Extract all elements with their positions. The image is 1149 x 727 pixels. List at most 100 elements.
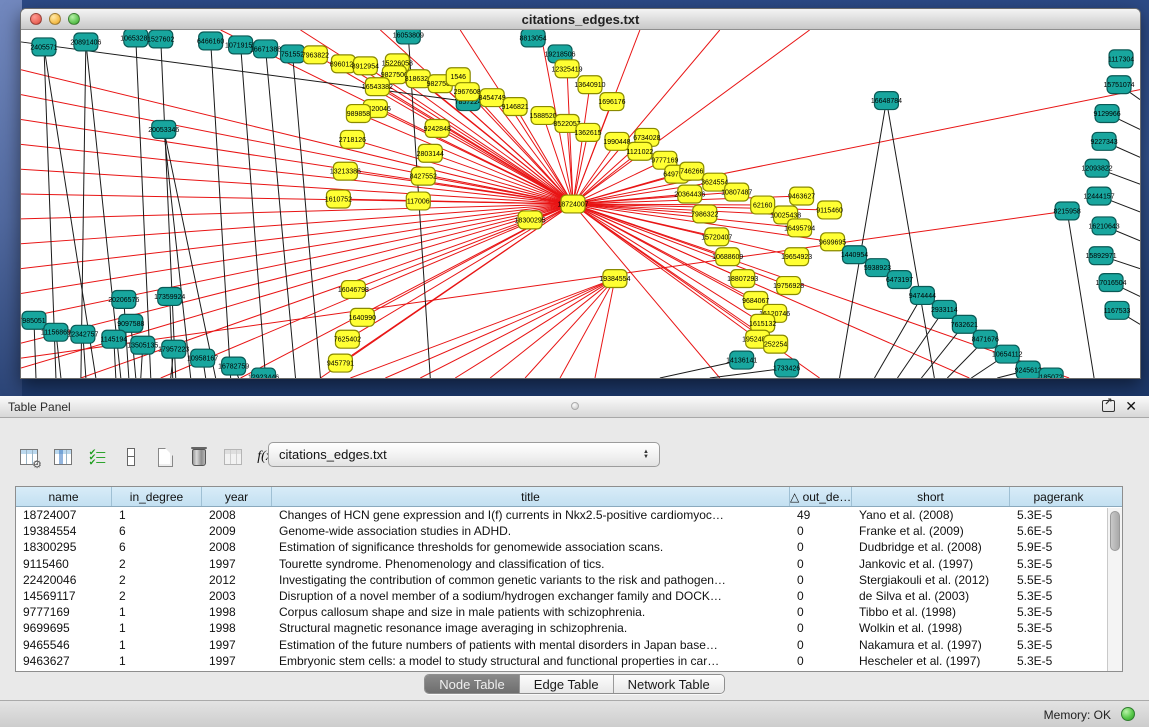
graph-node[interactable]: 16210643	[1089, 217, 1120, 235]
graph-node[interactable]: 17957223	[158, 340, 189, 358]
graph-node[interactable]: 8427552	[410, 167, 437, 185]
graph-node[interactable]: 17359924	[154, 288, 185, 306]
table-cell[interactable]: 6	[112, 523, 202, 539]
table-cell[interactable]: 5.5E-5	[1010, 572, 1107, 588]
table-cell[interactable]: 5.9E-5	[1010, 539, 1107, 555]
graph-edge-red[interactable]	[490, 279, 615, 378]
network-canvas[interactable]: 2405571208914061065328715276026466160107…	[21, 30, 1140, 378]
scrollbar-thumb[interactable]	[1110, 511, 1120, 551]
splitter-handle-icon[interactable]	[571, 402, 579, 410]
graph-node[interactable]: 252254	[764, 335, 788, 353]
table-cell[interactable]: Investigating the contribution of common…	[272, 572, 790, 588]
graph-node[interactable]: 1362615	[574, 123, 601, 141]
graph-node[interactable]: 10654112	[992, 345, 1023, 363]
table-cell[interactable]: 1	[112, 620, 202, 636]
tab-network-table[interactable]: Network Table	[614, 675, 724, 693]
graph-edge-red[interactable]	[573, 204, 758, 339]
delete-column-button[interactable]	[186, 444, 212, 470]
table-cell[interactable]: 2	[112, 572, 202, 588]
table-cell[interactable]: 5.3E-5	[1010, 588, 1107, 604]
graph-node[interactable]: 12093822	[1082, 159, 1113, 177]
table-mode-button[interactable]: ⚙	[16, 444, 42, 470]
table-cell[interactable]: Changes of HCN gene expression and I(f) …	[272, 507, 790, 523]
table-cell[interactable]: Genome-wide association studies in ADHD.	[272, 523, 790, 539]
table-cell[interactable]: 1997	[202, 637, 272, 653]
table-cell[interactable]: Jankovic et al. (1997)	[852, 556, 1010, 572]
table-cell[interactable]: 1998	[202, 620, 272, 636]
graph-edge-black[interactable]	[241, 45, 266, 378]
graph-edge-red[interactable]	[21, 119, 573, 204]
graph-edge-black[interactable]	[211, 41, 231, 378]
graph-node[interactable]: 16782759	[218, 357, 249, 375]
table-cell[interactable]: 9777169	[16, 604, 112, 620]
column-header-short[interactable]: short	[852, 487, 1010, 506]
table-cell[interactable]: 0	[790, 572, 852, 588]
graph-node[interactable]: 16671388	[250, 40, 281, 58]
graph-node[interactable]: 12444157	[1084, 187, 1115, 205]
graph-node[interactable]: 985051	[22, 311, 46, 329]
table-cell[interactable]: 1	[112, 653, 202, 669]
table-cell[interactable]: de Silva et al. (2003)	[852, 588, 1010, 604]
table-cell[interactable]: 2003	[202, 588, 272, 604]
close-panel-icon[interactable]: ✕	[1125, 399, 1137, 413]
table-row[interactable]: 911546021997Tourette syndrome. Phenomeno…	[16, 556, 1122, 572]
table-cell[interactable]: Estimation of significance thresholds fo…	[272, 539, 790, 555]
table-cell[interactable]: Hescheler et al. (1997)	[852, 653, 1010, 669]
graph-node[interactable]: 7986322	[691, 205, 718, 223]
column-header-out_de[interactable]: △ out_de…	[790, 487, 852, 506]
graph-node[interactable]: 117006	[406, 192, 430, 210]
table-cell[interactable]: 0	[790, 539, 852, 555]
table-row[interactable]: 1456911722003Disruption of a novel membe…	[16, 588, 1122, 604]
table-cell[interactable]: 0	[790, 604, 852, 620]
graph-node[interactable]: 1610752	[325, 190, 352, 208]
table-cell[interactable]: Wolkin et al. (1998)	[852, 620, 1010, 636]
window-titlebar[interactable]: citations_edges.txt	[21, 9, 1140, 30]
graph-node[interactable]: 1990448	[603, 132, 630, 150]
graph-edge-black[interactable]	[1067, 211, 1094, 378]
graph-node[interactable]: 15892971	[1086, 247, 1117, 265]
table-scrollbar[interactable]	[1107, 508, 1122, 671]
graph-node[interactable]: 18300295	[515, 211, 546, 229]
graph-node[interactable]: 1615132	[749, 314, 776, 332]
graph-edge-red[interactable]	[560, 279, 615, 378]
table-cell[interactable]: Stergiakouli et al. (2012)	[852, 572, 1010, 588]
graph-node[interactable]: 8471676	[972, 330, 999, 348]
table-cell[interactable]: 1	[112, 637, 202, 653]
graph-node[interactable]: 1640990	[349, 308, 376, 326]
memory-ok-indicator[interactable]	[1121, 707, 1135, 721]
table-cell[interactable]: 49	[790, 507, 852, 523]
column-header-year[interactable]: year	[202, 487, 272, 506]
graph-node[interactable]: 20053346	[148, 120, 179, 138]
graph-node[interactable]: 10958167	[187, 349, 218, 367]
graph-node[interactable]: 9457791	[327, 354, 354, 372]
table-cell[interactable]: 5.3E-5	[1010, 556, 1107, 572]
graph-edge-red[interactable]	[420, 279, 615, 378]
table-cell[interactable]: 2	[112, 556, 202, 572]
table-panel-titlebar[interactable]: Table Panel ✕	[0, 396, 1149, 418]
graph-node[interactable]: 18807293	[727, 270, 758, 288]
graph-node[interactable]: 10807487	[721, 183, 752, 201]
graph-edge-black[interactable]	[874, 295, 922, 378]
network-graph[interactable]: 2405571208914061065328715276026466160107…	[21, 30, 1140, 378]
graph-node[interactable]: 9097588	[117, 314, 144, 332]
graph-node[interactable]: 9474444	[909, 287, 936, 305]
table-cell[interactable]: Tibbo et al. (1998)	[852, 604, 1010, 620]
graph-node[interactable]: 1696176	[598, 93, 625, 111]
table-cell[interactable]: 0	[790, 637, 852, 653]
table-cell[interactable]: 5.3E-5	[1010, 507, 1107, 523]
graph-node[interactable]: 6466160	[197, 32, 224, 50]
graph-node[interactable]: 16053809	[393, 30, 424, 44]
graph-node[interactable]: 14136141	[726, 351, 757, 369]
table-row[interactable]: 977716911998Corpus callosum shape and si…	[16, 604, 1122, 620]
graph-node[interactable]: 7625402	[334, 330, 361, 348]
graph-node[interactable]: 16543382	[362, 78, 393, 96]
table-cell[interactable]: 2008	[202, 539, 272, 555]
table-row[interactable]: 1872400712008Changes of HCN gene express…	[16, 507, 1122, 523]
graph-node[interactable]: 1527602	[147, 30, 174, 48]
table-cell[interactable]: 2	[112, 588, 202, 604]
graph-edge-red[interactable]	[573, 192, 737, 204]
graph-node[interactable]: 19756928	[773, 277, 804, 295]
table-cell[interactable]: Tourette syndrome. Phenomenology and cla…	[272, 556, 790, 572]
graph-node[interactable]: 1121022	[627, 142, 654, 160]
column-header-pagerank[interactable]: pagerank	[1010, 487, 1107, 506]
